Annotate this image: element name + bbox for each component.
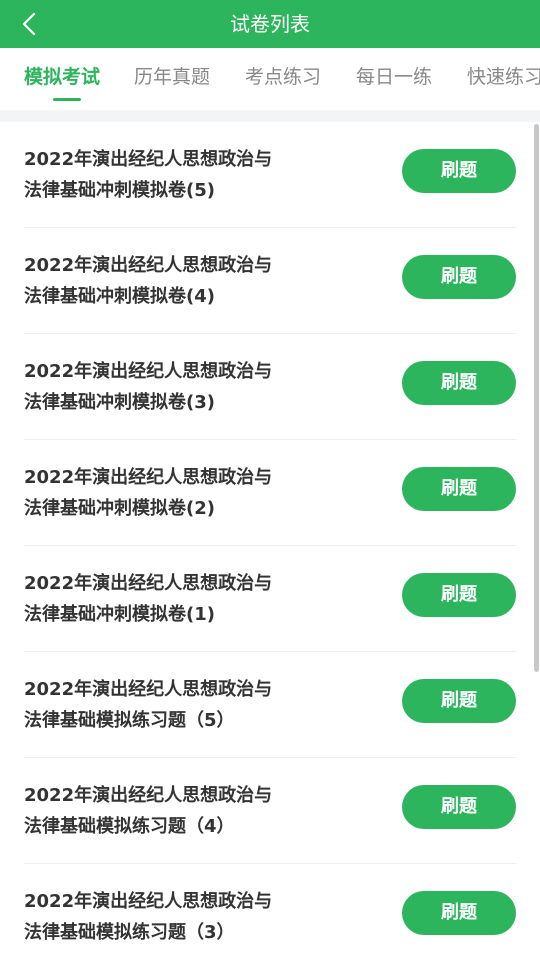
- paper-title: 2022年演出经纪人思想政治与 法律基础冲刺模拟卷(5): [24, 144, 344, 206]
- page-title: 试卷列表: [230, 12, 310, 36]
- section-gap: [0, 110, 540, 122]
- practice-button[interactable]: 刷题: [402, 891, 516, 935]
- tab-daily-practice[interactable]: 每日一练: [356, 64, 432, 90]
- paper-title-line1: 2022年演出经纪人思想政治与: [24, 149, 273, 170]
- paper-title: 2022年演出经纪人思想政治与 法律基础模拟练习题（5）: [24, 674, 344, 736]
- list-item: 2022年演出经纪人思想政治与 法律基础模拟练习题（4） 刷题: [0, 758, 540, 864]
- practice-button[interactable]: 刷题: [402, 573, 516, 617]
- paper-title-line1: 2022年演出经纪人思想政治与: [24, 573, 273, 594]
- list-item: 2022年演出经纪人思想政治与 法律基础冲刺模拟卷(2) 刷题: [0, 440, 540, 546]
- paper-title: 2022年演出经纪人思想政治与 法律基础冲刺模拟卷(2): [24, 462, 344, 524]
- practice-button[interactable]: 刷题: [402, 679, 516, 723]
- paper-title-line1: 2022年演出经纪人思想政治与: [24, 891, 273, 912]
- paper-title-line1: 2022年演出经纪人思想政治与: [24, 467, 273, 488]
- paper-title-line1: 2022年演出经纪人思想政治与: [24, 785, 273, 806]
- paper-title-line2: 法律基础冲刺模拟卷(1): [24, 604, 215, 625]
- paper-title: 2022年演出经纪人思想政治与 法律基础模拟练习题（3）: [24, 886, 344, 948]
- practice-button[interactable]: 刷题: [402, 467, 516, 511]
- tab-topic-practice[interactable]: 考点练习: [245, 64, 321, 90]
- list-item: 2022年演出经纪人思想政治与 法律基础模拟练习题（5） 刷题: [0, 652, 540, 758]
- tab-past-papers[interactable]: 历年真题: [134, 64, 210, 90]
- tab-bar: 模拟考试 历年真题 考点练习 每日一练 快速练习: [0, 48, 540, 110]
- list-item: 2022年演出经纪人思想政治与 法律基础模拟练习题（3） 刷题: [0, 864, 540, 960]
- practice-button[interactable]: 刷题: [402, 149, 516, 193]
- paper-title-line2: 法律基础冲刺模拟卷(3): [24, 392, 215, 413]
- paper-title-line2: 法律基础模拟练习题（4）: [24, 816, 235, 837]
- list-item: 2022年演出经纪人思想政治与 法律基础冲刺模拟卷(1) 刷题: [0, 546, 540, 652]
- practice-button[interactable]: 刷题: [402, 361, 516, 405]
- paper-title-line2: 法律基础模拟练习题（5）: [24, 710, 235, 731]
- tab-mock-exam[interactable]: 模拟考试: [24, 64, 100, 90]
- paper-title-line2: 法律基础冲刺模拟卷(5): [24, 180, 215, 201]
- paper-title-line2: 法律基础冲刺模拟卷(2): [24, 498, 215, 519]
- tab-quick-practice[interactable]: 快速练习: [467, 64, 540, 90]
- paper-title: 2022年演出经纪人思想政治与 法律基础模拟练习题（4）: [24, 780, 344, 842]
- scrollbar[interactable]: [534, 124, 539, 672]
- list-item: 2022年演出经纪人思想政治与 法律基础冲刺模拟卷(4) 刷题: [0, 228, 540, 334]
- paper-title: 2022年演出经纪人思想政治与 法律基础冲刺模拟卷(4): [24, 250, 344, 312]
- active-tab-indicator: [53, 98, 81, 101]
- list-item: 2022年演出经纪人思想政治与 法律基础冲刺模拟卷(3) 刷题: [0, 334, 540, 440]
- paper-title-line2: 法律基础冲刺模拟卷(4): [24, 286, 215, 307]
- paper-title-line1: 2022年演出经纪人思想政治与: [24, 361, 273, 382]
- paper-title-line1: 2022年演出经纪人思想政治与: [24, 679, 273, 700]
- paper-title-line2: 法律基础模拟练习题（3）: [24, 922, 235, 943]
- paper-list: 2022年演出经纪人思想政治与 法律基础冲刺模拟卷(5) 刷题 2022年演出经…: [0, 122, 540, 960]
- paper-title-line1: 2022年演出经纪人思想政治与: [24, 255, 273, 276]
- practice-button[interactable]: 刷题: [402, 785, 516, 829]
- app-screen: 试卷列表 模拟考试 历年真题 考点练习 每日一练 快速练习 2022年演出经纪人…: [0, 0, 540, 960]
- paper-title: 2022年演出经纪人思想政治与 法律基础冲刺模拟卷(3): [24, 356, 344, 418]
- practice-button[interactable]: 刷题: [402, 255, 516, 299]
- paper-title: 2022年演出经纪人思想政治与 法律基础冲刺模拟卷(1): [24, 568, 344, 630]
- navbar: 试卷列表: [0, 0, 540, 48]
- list-item: 2022年演出经纪人思想政治与 法律基础冲刺模拟卷(5) 刷题: [0, 122, 540, 228]
